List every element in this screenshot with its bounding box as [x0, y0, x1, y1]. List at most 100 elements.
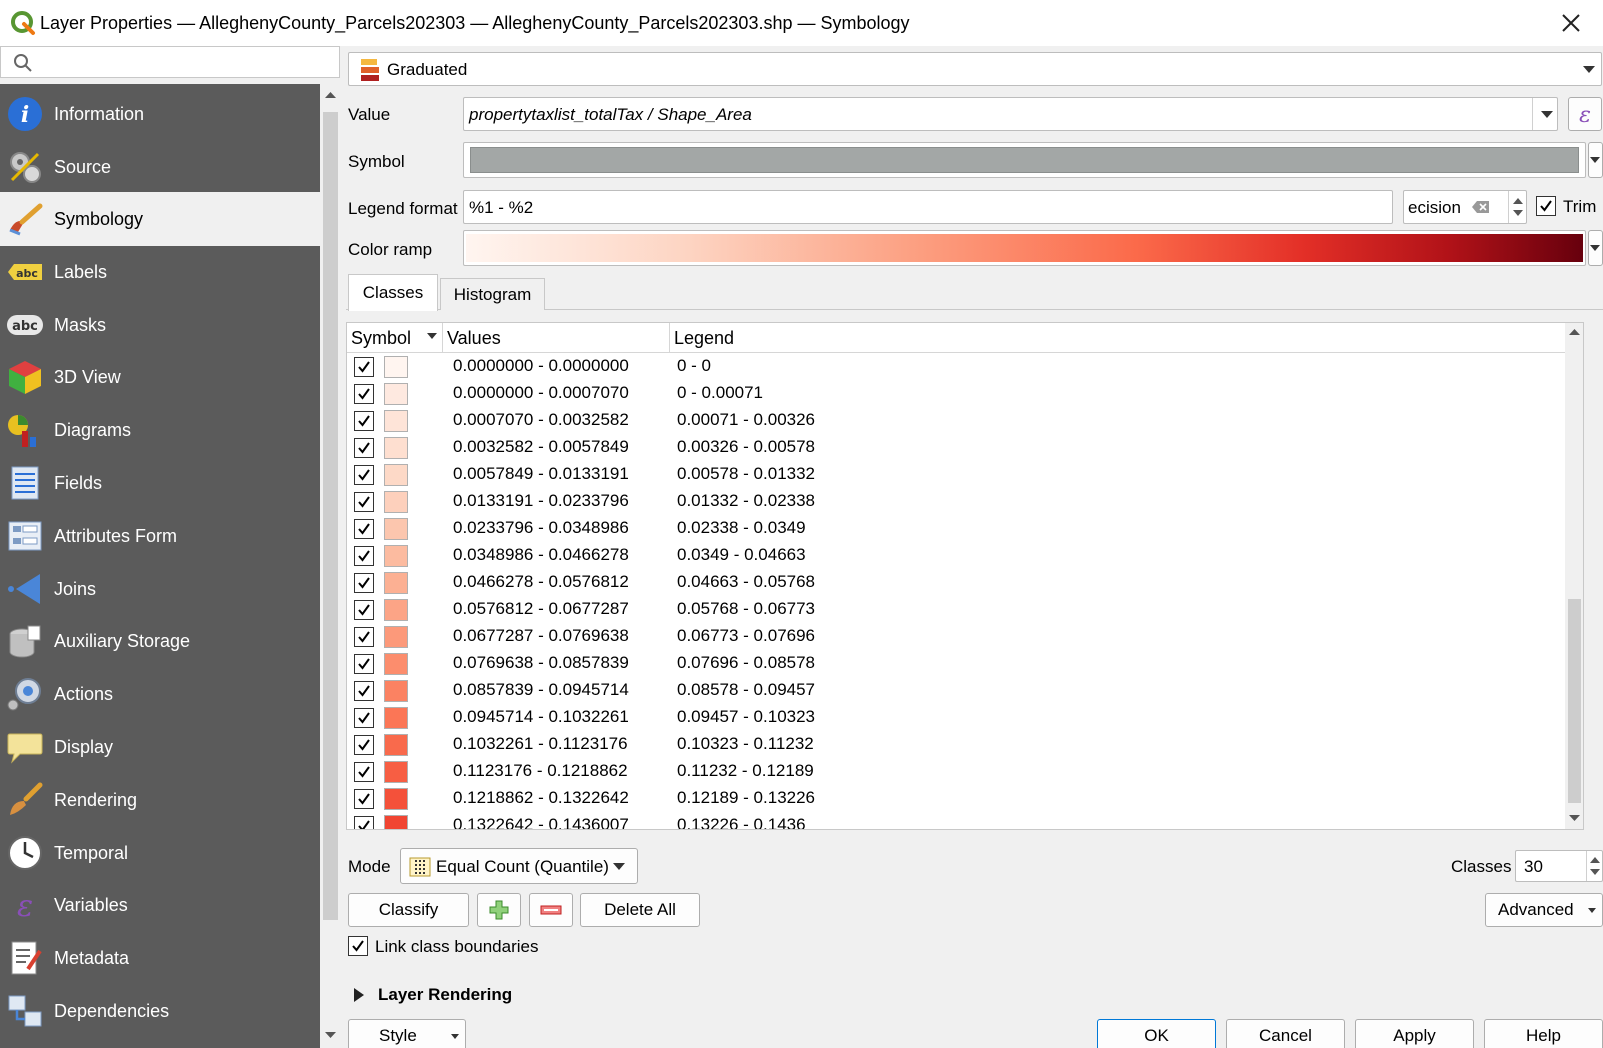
class-symbol-swatch[interactable] [384, 572, 408, 594]
clear-icon[interactable] [1472, 200, 1490, 214]
precision-spinbox[interactable]: ecision 5 [1403, 190, 1527, 224]
sidebar-item-diagrams[interactable]: Diagrams [0, 403, 320, 457]
mode-select[interactable]: Equal Count (Quantile) [400, 848, 638, 884]
class-legend[interactable]: 0.07696 - 0.08578 [677, 653, 815, 673]
sidebar-item-information[interactable]: i Information [0, 87, 320, 141]
class-legend[interactable]: 0 - 0 [677, 356, 711, 376]
table-scroll-thumb[interactable] [1568, 599, 1581, 803]
class-symbol-swatch[interactable] [384, 518, 408, 540]
table-row[interactable]: 0.0233796 - 0.0348986 0.02338 - 0.0349 [347, 516, 1565, 543]
tab-histogram[interactable]: Histogram [440, 278, 545, 310]
table-row[interactable]: 0.1322642 - 0.1436007 0.13226 - 0.1436 [347, 813, 1565, 829]
class-visible-checkbox[interactable] [354, 681, 374, 701]
table-row[interactable]: 0.0348986 - 0.0466278 0.0349 - 0.04663 [347, 543, 1565, 570]
delete-all-button[interactable]: Delete All [580, 893, 700, 927]
class-legend[interactable]: 0.00326 - 0.00578 [677, 437, 815, 457]
sidebar-item-symbology[interactable]: Symbology [0, 192, 320, 246]
class-values[interactable]: 0.0466278 - 0.0576812 [453, 572, 629, 592]
sidebar-item-auxiliary-storage[interactable]: Auxiliary Storage [0, 614, 320, 668]
class-legend[interactable]: 0.01332 - 0.02338 [677, 491, 815, 511]
layer-rendering-header[interactable]: Layer Rendering [378, 985, 512, 1005]
column-header-values[interactable]: Values [443, 323, 670, 353]
sidebar-item-rendering[interactable]: Rendering [0, 773, 320, 827]
classify-button[interactable]: Classify [348, 893, 469, 927]
class-symbol-swatch[interactable] [384, 680, 408, 702]
class-values[interactable]: 0.1123176 - 0.1218862 [453, 761, 628, 781]
expression-button[interactable]: ε [1568, 97, 1602, 131]
tab-classes[interactable]: Classes [348, 274, 438, 311]
class-visible-checkbox[interactable] [354, 735, 374, 755]
scroll-up-icon[interactable] [1568, 327, 1581, 337]
sidebar-item-3d-view[interactable]: 3D View [0, 350, 320, 404]
expand-arrow-icon[interactable] [352, 987, 366, 1003]
table-row[interactable]: 0.1218862 - 0.1322642 0.12189 - 0.13226 [347, 786, 1565, 813]
table-row[interactable]: 0.0007070 - 0.0032582 0.00071 - 0.00326 [347, 408, 1565, 435]
color-ramp-menu-button[interactable] [1588, 230, 1603, 266]
legend-format-input[interactable]: %1 - %2 [463, 190, 1393, 224]
class-values[interactable]: 0.0057849 - 0.0133191 [453, 464, 629, 484]
class-visible-checkbox[interactable] [354, 708, 374, 728]
search-box[interactable] [0, 46, 340, 78]
class-symbol-swatch[interactable] [384, 815, 408, 829]
class-legend[interactable]: 0.02338 - 0.0349 [677, 518, 806, 538]
table-row[interactable]: 0.0576812 - 0.0677287 0.05768 - 0.06773 [347, 597, 1565, 624]
spin-arrows-icon[interactable] [1512, 195, 1524, 219]
apply-button[interactable]: Apply [1355, 1019, 1474, 1048]
table-row[interactable]: 0.0000000 - 0.0007070 0 - 0.00071 [347, 381, 1565, 408]
sidebar-item-source[interactable]: Source [0, 140, 320, 194]
class-legend[interactable]: 0.05768 - 0.06773 [677, 599, 815, 619]
renderer-type-select[interactable]: Graduated [348, 52, 1602, 86]
class-symbol-swatch[interactable] [384, 653, 408, 675]
class-legend[interactable]: 0.13226 - 0.1436 [677, 815, 806, 829]
table-row[interactable]: 0.0057849 - 0.0133191 0.00578 - 0.01332 [347, 462, 1565, 489]
table-row[interactable]: 0.1032261 - 0.1123176 0.10323 - 0.11232 [347, 732, 1565, 759]
classes-spinbox[interactable]: 30 [1515, 850, 1603, 882]
classes-table[interactable]: Symbol Values Legend 0.0000000 - 0.00000… [346, 322, 1584, 830]
class-visible-checkbox[interactable] [354, 546, 374, 566]
class-visible-checkbox[interactable] [354, 438, 374, 458]
class-visible-checkbox[interactable] [354, 600, 374, 620]
table-row[interactable]: 0.0000000 - 0.0000000 0 - 0 [347, 354, 1565, 381]
link-class-boundaries-checkbox[interactable] [348, 936, 368, 956]
class-symbol-swatch[interactable] [384, 545, 408, 567]
sidebar-item-labels[interactable]: abc Labels [0, 245, 320, 299]
table-row[interactable]: 0.0466278 - 0.0576812 0.04663 - 0.05768 [347, 570, 1565, 597]
class-symbol-swatch[interactable] [384, 356, 408, 378]
scroll-up-icon[interactable] [324, 90, 337, 100]
sidebar-item-masks[interactable]: abc Masks [0, 298, 320, 352]
class-values[interactable]: 0.0769638 - 0.0857839 [453, 653, 629, 673]
sidebar-item-variables[interactable]: ε Variables [0, 878, 320, 932]
symbol-button[interactable] [463, 142, 1586, 178]
color-ramp-button[interactable] [463, 230, 1586, 266]
class-visible-checkbox[interactable] [354, 573, 374, 593]
class-visible-checkbox[interactable] [354, 465, 374, 485]
table-row[interactable]: 0.0032582 - 0.0057849 0.00326 - 0.00578 [347, 435, 1565, 462]
table-row[interactable]: 0.0677287 - 0.0769638 0.06773 - 0.07696 [347, 624, 1565, 651]
column-header-symbol[interactable]: Symbol [347, 323, 443, 353]
table-row[interactable]: 0.0769638 - 0.0857839 0.07696 - 0.08578 [347, 651, 1565, 678]
class-values[interactable]: 0.0677287 - 0.0769638 [453, 626, 629, 646]
class-symbol-swatch[interactable] [384, 464, 408, 486]
table-row[interactable]: 0.0857839 - 0.0945714 0.08578 - 0.09457 [347, 678, 1565, 705]
sidebar-item-dependencies[interactable]: Dependencies [0, 984, 320, 1038]
sidebar-item-attributes-form[interactable]: Attributes Form [0, 509, 320, 563]
class-values[interactable]: 0.0133191 - 0.0233796 [453, 491, 629, 511]
class-values[interactable]: 0.0348986 - 0.0466278 [453, 545, 629, 565]
class-values[interactable]: 0.0000000 - 0.0007070 [453, 383, 629, 403]
close-icon[interactable] [1557, 9, 1585, 37]
spin-arrows-icon[interactable] [1589, 854, 1601, 878]
class-symbol-swatch[interactable] [384, 788, 408, 810]
table-row[interactable]: 0.0133191 - 0.0233796 0.01332 - 0.02338 [347, 489, 1565, 516]
table-row[interactable]: 0.0945714 - 0.1032261 0.09457 - 0.10323 [347, 705, 1565, 732]
advanced-button[interactable]: Advanced [1485, 893, 1603, 927]
class-values[interactable]: 0.1032261 - 0.1123176 [453, 734, 628, 754]
class-symbol-swatch[interactable] [384, 707, 408, 729]
class-symbol-swatch[interactable] [384, 383, 408, 405]
value-expression-field[interactable]: propertytaxlist_totalTax / Shape_Area [463, 97, 1558, 131]
sidebar-item-fields[interactable]: Fields [0, 456, 320, 510]
sidebar-item-display[interactable]: Display [0, 720, 320, 774]
search-input[interactable] [41, 50, 331, 74]
trim-checkbox[interactable] [1536, 196, 1556, 216]
class-values[interactable]: 0.0945714 - 0.1032261 [453, 707, 629, 727]
ok-button[interactable]: OK [1097, 1019, 1216, 1048]
